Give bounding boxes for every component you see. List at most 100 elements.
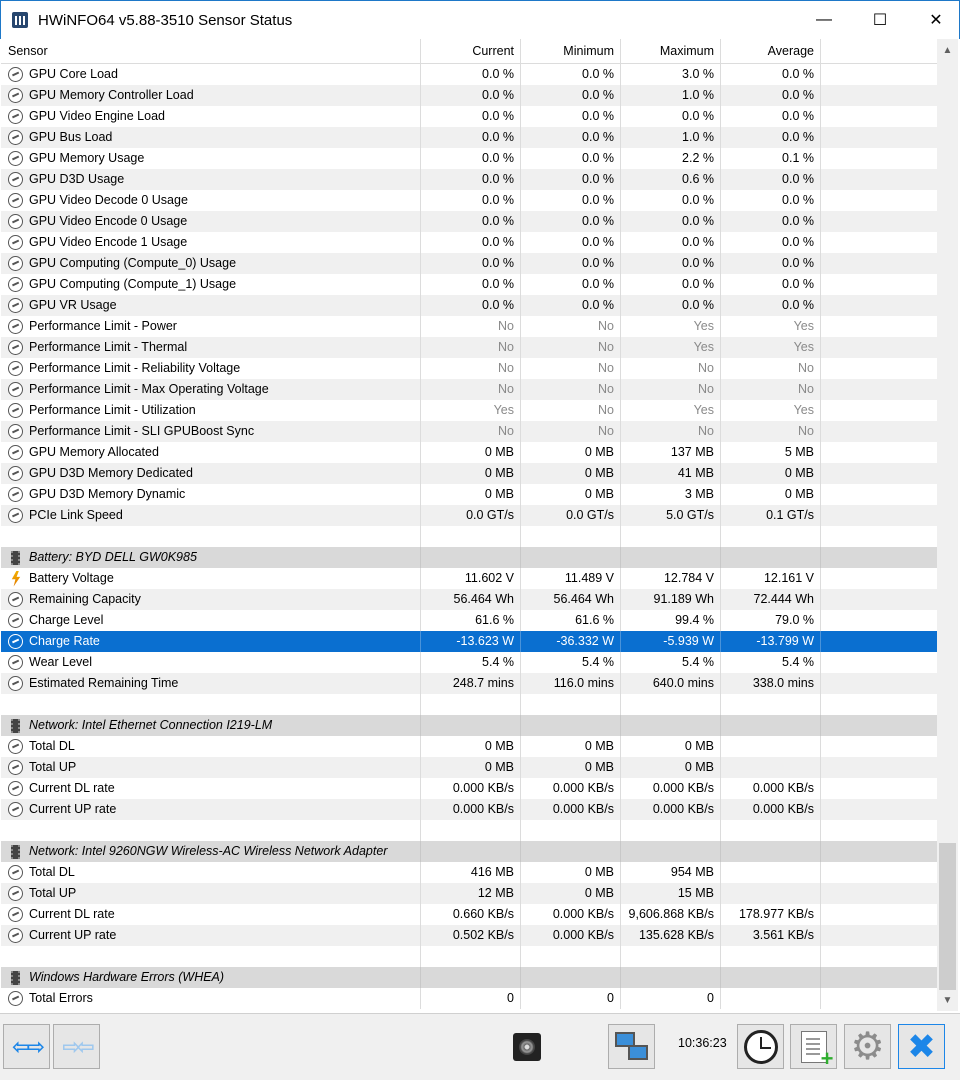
current-value: 0.0 % [421, 190, 521, 211]
sensor-row[interactable]: GPU Memory Usage 0.0 % 0.0 % 2.2 % 0.1 % [1, 148, 937, 169]
sensor-row[interactable]: Battery Voltage 11.602 V 11.489 V 12.784 V1… [1, 568, 937, 589]
current-value [421, 820, 521, 841]
column-header-current[interactable]: Current [421, 39, 521, 64]
collapse-all-button[interactable]: ⇨⇦ [53, 1024, 100, 1069]
gauge-icon [8, 319, 23, 334]
sensor-row[interactable]: GPU Video Encode 0 Usage 0.0 % 0.0 % 0.0 % 0… [1, 211, 937, 232]
current-value: 416 MB [421, 862, 521, 883]
sensor-row[interactable]: Current UP rate 0.502 KB/s 0.000 KB/s 135.6… [1, 925, 937, 946]
sensor-row[interactable]: Wear Level 5.4 % 5.4 % 5.4 % 5.4 % [1, 652, 937, 673]
sensor-name-cell: GPU Memory Usage [1, 148, 421, 169]
expand-all-button[interactable]: ⇦⇨ [3, 1024, 50, 1069]
fan-control-button[interactable] [503, 1024, 550, 1069]
sensor-group-row[interactable]: Battery: BYD DELL GW0K985 [1, 547, 937, 568]
sensor-name-cell: GPU Computing (Compute_1) Usage [1, 274, 421, 295]
sensor-label: GPU Computing (Compute_1) Usage [29, 277, 237, 291]
network-button[interactable] [608, 1024, 655, 1069]
gauge-icon [8, 214, 23, 229]
sensor-row[interactable]: Charge Rate -13.623 W -36.332 W -5.939 W -13… [1, 631, 937, 652]
close-window-button[interactable]: ✕ [913, 1, 959, 39]
sensor-row[interactable]: GPU D3D Usage 0.0 % 0.0 % 0.6 % 0.0 % [1, 169, 937, 190]
sensor-row[interactable]: GPU Video Encode 1 Usage 0.0 % 0.0 % 0.0 % 0… [1, 232, 937, 253]
sensor-label: GPU Video Encode 1 Usage [29, 235, 188, 249]
sensor-label: Total DL [29, 865, 75, 879]
gauge-icon [8, 991, 23, 1006]
scroll-down-arrow-icon[interactable]: ▼ [937, 991, 958, 1009]
sensor-group-row[interactable]: Windows Hardware Errors (WHEA) [1, 967, 937, 988]
sensor-row[interactable]: Total UP 12 MB 0 MB 15 MB [1, 883, 937, 904]
maximum-value: 12.784 V [621, 568, 721, 589]
current-value: 0 MB [421, 757, 521, 778]
average-value [721, 757, 821, 778]
scroll-up-arrow-icon[interactable]: ▲ [937, 41, 958, 59]
maximize-button[interactable]: ☐ [857, 1, 903, 39]
current-value: 0.0 % [421, 148, 521, 169]
sensor-row[interactable]: GPU Memory Allocated 0 MB 0 MB 137 MB 5 MB [1, 442, 937, 463]
sensor-row[interactable]: GPU D3D Memory Dynamic 0 MB 0 MB 3 MB 0 MB [1, 484, 937, 505]
sensor-row[interactable]: Performance Limit - Reliability Voltage N… [1, 358, 937, 379]
minimum-value: 5.4 % [521, 652, 621, 673]
scrollbar-thumb[interactable] [939, 843, 956, 990]
sensor-row[interactable]: Performance Limit - Max Operating Voltag… [1, 379, 937, 400]
sensor-row[interactable]: Estimated Remaining Time 248.7 mins 116.0 … [1, 673, 937, 694]
sensor-row[interactable]: Performance Limit - Power No No Yes Yes [1, 316, 937, 337]
column-header-minimum[interactable]: Minimum [521, 39, 621, 64]
column-header-sensor[interactable]: Sensor [1, 39, 421, 64]
chip-icon [11, 970, 20, 985]
sensor-row[interactable]: GPU Video Decode 0 Usage 0.0 % 0.0 % 0.0 % 0… [1, 190, 937, 211]
sensor-row[interactable]: Current DL rate 0.660 KB/s 0.000 KB/s 9,606… [1, 904, 937, 925]
hwinfo-app-icon[interactable] [12, 12, 28, 28]
average-value: 3.561 KB/s [721, 925, 821, 946]
sensor-group-row[interactable]: Network: Intel Ethernet Connection I219-… [1, 715, 937, 736]
sensor-row[interactable]: Total Errors 0 0 0 [1, 988, 937, 1009]
minimum-value: No [521, 337, 621, 358]
sensor-row[interactable]: Total DL 0 MB 0 MB 0 MB [1, 736, 937, 757]
maximum-value: 5.4 % [621, 652, 721, 673]
gauge-icon [8, 928, 23, 943]
sensor-row[interactable]: GPU Bus Load 0.0 % 0.0 % 1.0 % 0.0 % [1, 127, 937, 148]
sensor-name-cell: GPU Video Decode 0 Usage [1, 190, 421, 211]
minimum-value: 0 MB [521, 883, 621, 904]
sensor-name-cell: Current DL rate [1, 904, 421, 925]
sensor-row[interactable]: Current UP rate 0.000 KB/s 0.000 KB/s 0.000… [1, 799, 937, 820]
sensor-row[interactable]: Charge Level 61.6 % 61.6 % 99.4 % 79.0 % [1, 610, 937, 631]
sensor-group-row[interactable]: Network: Intel 9260NGW Wireless-AC Wirel… [1, 841, 937, 862]
sensor-label: GPU Bus Load [29, 130, 113, 144]
sensor-row[interactable]: GPU Computing (Compute_1) Usage 0.0 % 0.0 … [1, 274, 937, 295]
sensor-row[interactable]: PCIe Link Speed 0.0 GT/s 0.0 GT/s 5.0 GT/s 0… [1, 505, 937, 526]
reset-clock-button[interactable] [737, 1024, 784, 1069]
sensor-row[interactable]: Performance Limit - SLI GPUBoost Sync No N… [1, 421, 937, 442]
sensor-name-cell: GPU Video Encode 0 Usage [1, 211, 421, 232]
sensor-row[interactable]: Performance Limit - Thermal No No Yes Yes [1, 337, 937, 358]
close-sensors-button[interactable]: ✖ [898, 1024, 945, 1069]
sensor-row[interactable]: GPU D3D Memory Dedicated 0 MB 0 MB 41 MB 0 M… [1, 463, 937, 484]
logging-button[interactable] [790, 1024, 837, 1070]
average-value: No [721, 358, 821, 379]
average-value [721, 883, 821, 904]
sensor-row[interactable]: Total DL 416 MB 0 MB 954 MB [1, 862, 937, 883]
sensor-row[interactable]: GPU Memory Controller Load 0.0 % 0.0 % 1.0 … [1, 85, 937, 106]
sensor-label: Windows Hardware Errors (WHEA) [29, 970, 225, 984]
sensor-label: Current DL rate [29, 781, 115, 795]
average-value: 72.444 Wh [721, 589, 821, 610]
sensor-label: GPU Memory Usage [29, 151, 145, 165]
sensor-row[interactable]: GPU Video Engine Load 0.0 % 0.0 % 0.0 % 0.0 … [1, 106, 937, 127]
sensor-row[interactable]: Remaining Capacity 56.464 Wh 56.464 Wh 91.1… [1, 589, 937, 610]
row-filler [821, 64, 937, 85]
column-header-maximum[interactable]: Maximum [621, 39, 721, 64]
gauge-icon [8, 613, 23, 628]
column-header-average[interactable]: Average [721, 39, 821, 64]
sensor-row[interactable]: Performance Limit - Utilization Yes No Yes Y… [1, 400, 937, 421]
sensor-row[interactable]: GPU VR Usage 0.0 % 0.0 % 0.0 % 0.0 % [1, 295, 937, 316]
sensor-row[interactable]: Current DL rate 0.000 KB/s 0.000 KB/s 0.000… [1, 778, 937, 799]
sensor-label: Performance Limit - SLI GPUBoost Sync [29, 424, 255, 438]
spacer-row [1, 820, 937, 841]
settings-button[interactable]: ⚙ [844, 1024, 891, 1069]
sensor-row[interactable]: GPU Core Load 0.0 % 0.0 % 3.0 % 0.0 % [1, 64, 937, 85]
sensor-label: GPU Core Load [29, 67, 118, 81]
minimize-button[interactable]: — [801, 1, 847, 39]
sensor-row[interactable]: GPU Computing (Compute_0) Usage 0.0 % 0.0 … [1, 253, 937, 274]
sensor-row[interactable]: Total UP 0 MB 0 MB 0 MB [1, 757, 937, 778]
current-value: No [421, 337, 521, 358]
vertical-scrollbar[interactable]: ▲ ▼ [937, 39, 958, 1011]
